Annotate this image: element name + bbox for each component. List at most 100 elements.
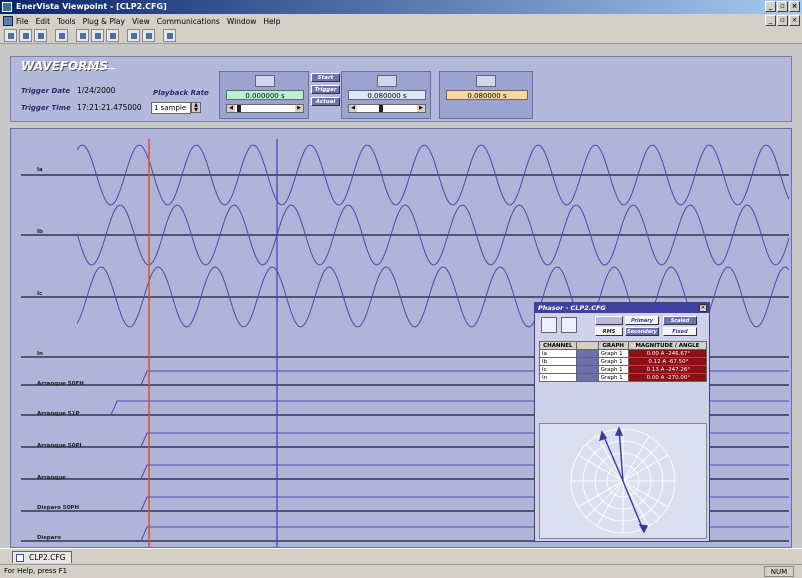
color-swatch[interactable] <box>575 365 599 374</box>
scroll-left-icon[interactable]: ◀ <box>349 105 357 112</box>
phasor-icon[interactable] <box>91 29 104 42</box>
delta-group: 0.080000 s <box>439 71 533 119</box>
cell-magnitude: 0.00 A -246.67° <box>627 349 708 358</box>
phasor-vector-ib <box>622 480 645 533</box>
table-row[interactable]: Ic Graph 1 0.13 A -247.26° <box>539 365 708 374</box>
cell-channel: Ic <box>539 365 577 374</box>
cell-channel: Ib <box>539 357 577 366</box>
delta-time: 0.080000 s <box>446 90 528 100</box>
menu-communications[interactable]: Communications <box>157 17 220 26</box>
phasor-blank-button[interactable] <box>595 316 623 325</box>
cursor2-icon[interactable] <box>377 75 397 87</box>
chart-icon[interactable] <box>106 29 119 42</box>
menu-view[interactable]: View <box>132 17 150 26</box>
cell-graph[interactable]: Graph 1 <box>597 357 629 366</box>
scroll-left-icon[interactable]: ◀ <box>227 105 235 112</box>
menu-window[interactable]: Window <box>227 17 257 26</box>
polar-canvas <box>570 426 676 534</box>
channel-label-disparo: Disparo <box>37 535 61 541</box>
menu-help[interactable]: Help <box>263 17 280 26</box>
phasor-table-icon[interactable] <box>561 317 577 333</box>
menu-edit[interactable]: Edit <box>36 17 51 26</box>
playback-rate-label: Playback Rate <box>153 89 209 97</box>
cursor1-thumb[interactable] <box>237 105 241 112</box>
title-bar: EnerVista Viewpoint - [CLP2.CFG] _ ▫ × <box>0 0 802 14</box>
document-icon[interactable] <box>3 16 13 26</box>
cell-channel: Ia <box>539 349 577 358</box>
actual-button[interactable]: Actual <box>311 97 340 106</box>
zoom-icon[interactable] <box>163 29 176 42</box>
primary-button[interactable]: Primary <box>625 316 659 325</box>
channel-label-disparo-50ph: Disparo 50PH <box>37 505 80 511</box>
playback-spinner[interactable]: ▲ ▼ <box>191 102 201 113</box>
trigger-button[interactable]: Trigger <box>311 85 340 94</box>
table-row[interactable]: Ia Graph 1 0.00 A -246.67° <box>539 349 708 358</box>
tab-clp2[interactable]: CLP2.CFG <box>12 551 72 563</box>
menu-plug-and-play[interactable]: Plug & Play <box>83 17 125 26</box>
table-row[interactable]: Ib Graph 1 0.12 A -67.50° <box>539 357 708 366</box>
channel-label-in: In <box>37 351 43 357</box>
cursor2-thumb[interactable] <box>379 105 383 112</box>
delta-icon[interactable] <box>476 75 496 87</box>
cell-magnitude: 0.13 A -247.26° <box>627 365 708 374</box>
cursor2-scrollbar[interactable]: ◀ ▶ <box>348 104 426 113</box>
document-tab-bar: CLP2.CFG <box>0 548 802 564</box>
rms-button[interactable]: RMS <box>595 327 623 336</box>
scaled-button[interactable]: Scaled <box>663 316 697 325</box>
phasor-graph-icon[interactable] <box>541 317 557 333</box>
channel-label-ib: Ib <box>37 229 43 235</box>
col-magnitude: MAGNITUDE / ANGLE <box>627 341 708 350</box>
cell-magnitude: 0.00 A -270.00° <box>627 373 708 382</box>
title-rule <box>71 68 115 69</box>
scroll-right-icon[interactable]: ▶ <box>295 105 303 112</box>
channel-label-arranque-50fh: Arranque 50FH <box>37 381 84 387</box>
table-icon[interactable] <box>127 29 140 42</box>
scroll-right-icon[interactable]: ▶ <box>417 105 425 112</box>
trigger-time-value: 17:21:21.475000 <box>77 103 142 112</box>
playback-rate-field[interactable]: 1 sample <box>151 102 191 114</box>
menu-tools[interactable]: Tools <box>57 17 75 26</box>
trigger-date-value: 1/24/2000 <box>77 86 116 95</box>
waveform-icon[interactable] <box>76 29 89 42</box>
phasor-window[interactable]: Phasor - CLP2.CFG × RMS Primary Secondar… <box>534 302 710 542</box>
doc-maximize-button[interactable]: ▫ <box>777 15 788 26</box>
col-channel: CHANNEL <box>539 341 577 350</box>
channel-label-arranque-50pl: Arranque 50PL <box>37 443 83 449</box>
status-bar: For Help, press F1 NUM <box>0 564 802 578</box>
color-swatch[interactable] <box>575 357 599 366</box>
doc-minimize-button[interactable]: _ <box>765 15 776 26</box>
minimize-button[interactable]: _ <box>765 1 776 12</box>
doc-close-button[interactable]: × <box>789 15 800 26</box>
table-row[interactable]: In Graph 1 0.00 A -270.00° <box>539 373 708 382</box>
cell-graph[interactable]: Graph 1 <box>597 373 629 382</box>
edit-icon[interactable] <box>55 29 68 42</box>
new-icon[interactable] <box>4 29 17 42</box>
phasor-polar-plot[interactable] <box>539 423 707 539</box>
channel-label-arranque-51p: Arranque 51P <box>37 411 80 417</box>
start-button[interactable]: Start <box>311 73 340 82</box>
cursor1-group: 0.000000 s ◀ ▶ <box>219 71 309 119</box>
open-icon[interactable] <box>19 29 32 42</box>
color-swatch[interactable] <box>575 373 599 382</box>
waveforms-panel: WAVEFORMS Trigger Date 1/24/2000 Trigger… <box>10 56 792 122</box>
document-icon <box>16 554 24 562</box>
close-button[interactable]: × <box>789 1 800 12</box>
channel-label-arranque: Arranque <box>37 475 66 481</box>
print-icon[interactable] <box>34 29 47 42</box>
maximize-button[interactable]: ▫ <box>777 1 788 12</box>
trigger-time-label: Trigger Time <box>21 104 71 112</box>
phasor-close-button[interactable]: × <box>699 304 707 312</box>
panel-title: WAVEFORMS <box>21 59 108 73</box>
app-icon[interactable] <box>2 2 12 12</box>
phasor-title: Phasor - CLP2.CFG <box>535 303 709 313</box>
grid-icon[interactable] <box>142 29 155 42</box>
menu-file[interactable]: File <box>16 17 29 26</box>
cell-graph[interactable]: Graph 1 <box>597 349 629 358</box>
cursor1-scrollbar[interactable]: ◀ ▶ <box>226 104 304 113</box>
cursor1-icon[interactable] <box>255 75 275 87</box>
cell-graph[interactable]: Graph 1 <box>597 365 629 374</box>
color-swatch[interactable] <box>575 349 599 358</box>
secondary-button[interactable]: Secondary <box>625 327 659 336</box>
phasor-table: CHANNEL GRAPH MAGNITUDE / ANGLE Ia Graph… <box>539 341 708 382</box>
fixed-button[interactable]: Fixed <box>663 327 697 336</box>
